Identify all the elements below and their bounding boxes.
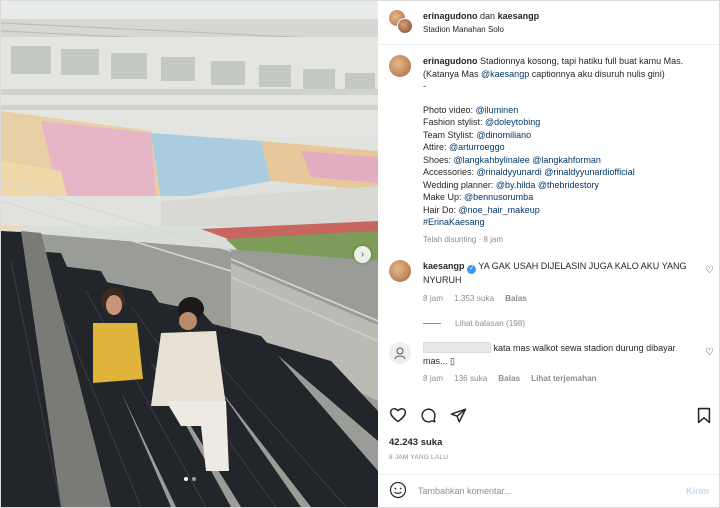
censored-username	[423, 342, 491, 353]
caption: erinagudono Stadionnya kosong, tapi hati…	[389, 55, 714, 246]
collab-avatars[interactable]	[389, 9, 415, 36]
credit-line: Team Stylist: @dinomiliano	[423, 129, 713, 142]
credit-line: Fashion stylist: @doleytobing	[423, 116, 713, 129]
comment-likes[interactable]: 136 suka	[454, 373, 487, 386]
comment: kaesangp ✓ YA GAK USAH DIJELASIN JUGA KA…	[389, 260, 714, 305]
credit-label: Hair Do:	[423, 204, 459, 215]
credit-line: Attire: @arturroeggo	[423, 141, 713, 154]
collab-username[interactable]: kaesangp	[498, 11, 540, 21]
comment-bubble-icon[interactable]	[420, 407, 437, 424]
credit-handles[interactable]: @bennusorumba	[464, 192, 533, 202]
chevron-right-icon: ›	[360, 249, 365, 260]
avatar[interactable]	[397, 17, 413, 34]
credit-handles[interactable]: @dinomiliano	[477, 130, 532, 140]
credit-handles[interactable]: @langkahbylinalee @langkahforman	[454, 155, 601, 165]
carousel-indicator	[184, 477, 196, 481]
paper-plane-icon[interactable]	[450, 407, 467, 424]
caption-mention[interactable]: @kaesangp	[481, 69, 529, 79]
post-location[interactable]: Stadion Manahan Solo	[423, 23, 539, 36]
collab-joiner: dan	[480, 10, 496, 21]
replies-divider	[423, 323, 441, 324]
credit-line: Wedding planner: @by.hilda @thebridestor…	[423, 179, 713, 192]
comment-like-heart-icon[interactable]: ♡	[705, 265, 714, 276]
comment-input[interactable]	[418, 486, 668, 496]
credit-handles[interactable]: @arturroeggo	[449, 142, 505, 152]
profile-face-icon	[394, 347, 406, 360]
comment-like-heart-icon[interactable]: ♡	[705, 347, 714, 358]
likes-count[interactable]: 42.243 suka	[389, 437, 442, 448]
post-header: erinagudono dan kaesangp Stadion Manahan…	[379, 1, 719, 45]
author-username[interactable]: erinagudono	[423, 11, 478, 21]
comment-time[interactable]: 8 jam	[423, 293, 443, 306]
caption-username[interactable]: erinagudono	[423, 56, 478, 66]
credit-line: Accessories: @rinaldyyunardi @rinaldyyun…	[423, 166, 713, 179]
credit-handles[interactable]: @rinaldyyunardi @rinaldyyunardiofficial	[477, 167, 635, 177]
post-timestamp[interactable]: 8 JAM YANG LALU	[389, 454, 448, 461]
carousel-dot	[192, 477, 196, 481]
post-sidebar: erinagudono dan kaesangp Stadion Manahan…	[379, 1, 719, 507]
credit-label: Wedding planner:	[423, 179, 496, 190]
credit-handles[interactable]: @by.hilda @thebridestory	[496, 180, 599, 190]
credit-label: Attire:	[423, 142, 450, 152]
credit-line: Shoes: @langkahbylinalee @langkahforman	[423, 154, 713, 167]
credit-line: Make Up: @bennusorumba	[423, 191, 713, 204]
comment-username[interactable]: kaesangp	[423, 261, 465, 271]
post-comment-button[interactable]: Kirim	[686, 486, 709, 496]
reply-button[interactable]: Balas	[498, 373, 520, 386]
comment-time[interactable]: 8 jam	[423, 373, 443, 386]
credit-label: Shoes:	[423, 154, 454, 165]
credit-line: Photo video: @iluminen	[423, 104, 713, 117]
comment: kata mas walkot sewa stadion durung diba…	[389, 342, 714, 386]
verified-badge-icon: ✓	[467, 265, 477, 274]
avatar[interactable]	[389, 342, 411, 364]
credit-line: Hair Do: @noe_hair_makeup	[423, 204, 713, 217]
credit-label: Photo video:	[423, 104, 476, 115]
heart-icon[interactable]	[389, 407, 407, 423]
credit-label: Fashion stylist:	[423, 117, 486, 127]
translate-button[interactable]: Lihat terjemahan	[531, 373, 597, 386]
credit-handles[interactable]: @iluminen	[476, 105, 519, 115]
credit-label: Make Up:	[423, 192, 465, 202]
avatar[interactable]	[389, 55, 411, 77]
avatar[interactable]	[389, 260, 411, 282]
reply-button[interactable]: Balas	[505, 293, 527, 306]
caption-separator: -	[423, 81, 426, 91]
view-replies-label: Lihat balasan (198)	[455, 319, 526, 328]
next-slide-button[interactable]: ›	[354, 246, 371, 263]
caption-hashtag[interactable]: #ErinaKaesang	[423, 216, 713, 229]
post-photo[interactable]: ›	[1, 1, 378, 507]
credit-handles[interactable]: @doleytobing	[485, 117, 540, 127]
carousel-dot-active	[184, 477, 188, 481]
credit-label: Accessories:	[423, 167, 477, 177]
add-comment-bar: Kirim	[379, 474, 719, 507]
view-replies-button[interactable]: Lihat balasan (198)	[423, 319, 714, 328]
comment-likes[interactable]: 1.353 suka	[454, 293, 494, 306]
post-actions	[389, 401, 711, 429]
stadium-photo-illustration	[1, 1, 378, 507]
caption-edited: Telah disunting · 8 jam	[423, 234, 504, 244]
smiley-icon[interactable]	[389, 481, 407, 501]
credit-label: Team Stylist:	[423, 129, 477, 140]
bookmark-icon[interactable]	[697, 407, 711, 424]
caption-text-2: captionnya aku disuruh nulis gini)	[529, 68, 665, 79]
comments-list: erinagudono Stadionnya kosong, tapi hati…	[389, 55, 714, 386]
credit-handles[interactable]: @noe_hair_makeup	[459, 205, 540, 215]
